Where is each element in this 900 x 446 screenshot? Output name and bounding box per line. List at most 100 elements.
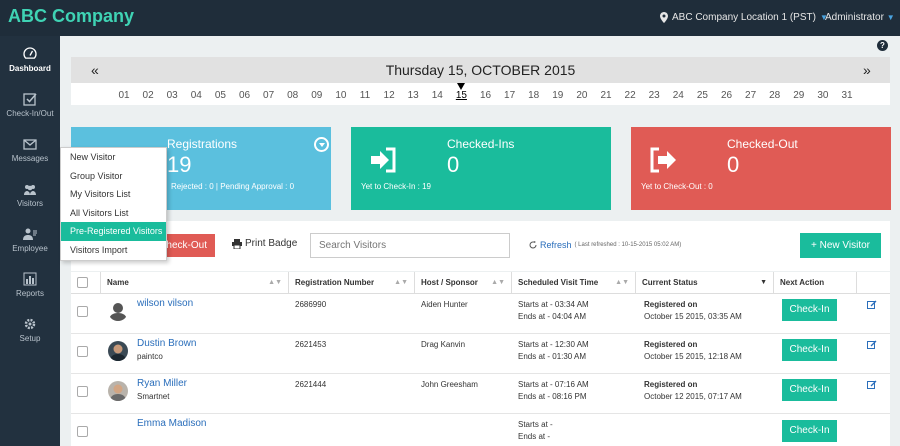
col-scheduled[interactable]: Scheduled Visit Time ▲▼ [512,272,636,294]
refresh-button[interactable]: Refresh ( Last refreshed : 10-15-2015 05… [529,240,681,250]
last-refreshed: ( Last refreshed : 10-15-2015 05:02 AM) [574,242,682,248]
sidebar-item-checkin[interactable]: Check-In/Out [0,86,60,131]
registrations-count: 19 [167,152,192,177]
day-19[interactable]: 19 [548,90,568,101]
sidebar-item-dashboard[interactable]: Dashboard [0,41,60,86]
check-in-button[interactable]: Check-In [782,299,837,321]
table-row[interactable]: Emma Madison Starts at - Ends at - Check… [71,414,890,446]
menu-item-all-visitors-list[interactable]: All Visitors List [61,204,166,223]
day-14[interactable]: 14 [427,90,447,101]
row-checkbox[interactable] [77,426,88,437]
menu-item-new-visitor[interactable]: New Visitor [61,148,166,167]
checkins-title: Checked-Ins [447,137,515,151]
day-05[interactable]: 05 [210,90,230,101]
edit-icon[interactable] [867,300,877,310]
check-in-button[interactable]: Check-In [782,420,837,442]
help-icon[interactable]: ? [877,40,888,51]
table-row[interactable]: wilson vilson 2686990 Aiden Hunter Start… [71,294,890,334]
day-09[interactable]: 09 [307,90,327,101]
visitor-name[interactable]: Dustin Brown [137,338,196,349]
registration-number: 2621453 [295,340,327,349]
day-30[interactable]: 30 [813,90,833,101]
brand-logo[interactable]: ABC Company [8,6,134,27]
menu-item-visitors-import[interactable]: Visitors Import [61,241,166,260]
day-17[interactable]: 17 [500,90,520,101]
day-23[interactable]: 23 [644,90,664,101]
check-in-button[interactable]: Check-In [782,339,837,361]
checkins-card[interactable]: Checked-Ins 0 Yet to Check-In : 19 [351,127,611,210]
checkouts-card[interactable]: Checked-Out 0 Yet to Check-Out : 0 [631,127,891,210]
menu-item-group-visitor[interactable]: Group Visitor [61,167,166,186]
day-16[interactable]: 16 [476,90,496,101]
sidebar-item-setup[interactable]: Setup [0,311,60,356]
day-25[interactable]: 25 [692,90,712,101]
sidebar-item-employee[interactable]: Employee [0,221,60,266]
day-04[interactable]: 04 [186,90,206,101]
refresh-icon [529,241,537,249]
day-01[interactable]: 01 [114,90,134,101]
end-time: Ends at - 08:16 PM [518,392,587,401]
next-month-button[interactable]: » [863,62,871,78]
search-input[interactable] [310,233,510,258]
chevron-down-icon: ▼ [886,13,895,22]
day-28[interactable]: 28 [765,90,785,101]
day-26[interactable]: 26 [717,90,737,101]
row-checkbox[interactable] [77,306,88,317]
table-row[interactable]: Ryan Miller Smartnet 2621444 John Greesh… [71,374,890,414]
day-08[interactable]: 08 [283,90,303,101]
col-registration[interactable]: Registration Number ▲▼ [289,272,415,294]
status-label: Registered on [644,340,698,349]
col-name[interactable]: Name ▲▼ [101,272,289,294]
table-row[interactable]: Dustin Brown paintco 2621453 Drag Kanvin… [71,334,890,374]
day-21[interactable]: 21 [596,90,616,101]
day-13[interactable]: 13 [403,90,423,101]
day-31[interactable]: 31 [837,90,857,101]
map-pin-icon [660,12,668,23]
day-20[interactable]: 20 [572,90,592,101]
edit-icon[interactable] [867,380,877,390]
print-badge-button[interactable]: Print Badge [232,238,297,249]
col-action: Next Action [774,272,857,294]
visitor-name[interactable]: Ryan Miller [137,378,187,389]
status-label: Registered on [644,300,698,309]
day-11[interactable]: 11 [355,90,375,101]
check-in-button[interactable]: Check-In [782,379,837,401]
sidebar-item-reports[interactable]: Reports [0,266,60,311]
sign-out-icon [650,147,676,173]
row-checkbox[interactable] [77,346,88,357]
sidebar-item-label: Reports [15,289,44,298]
menu-item-pre-registered-visitors[interactable]: Pre-Registered Visitors [61,222,166,241]
sidebar-item-messages[interactable]: Messages [0,131,60,176]
select-all-checkbox[interactable] [77,277,88,288]
row-checkbox[interactable] [77,386,88,397]
menu-item-my-visitors-list[interactable]: My Visitors List [61,185,166,204]
date-header: « Thursday 15, OCTOBER 2015 » [71,57,890,83]
day-06[interactable]: 06 [235,90,255,101]
day-02[interactable]: 02 [138,90,158,101]
location-selector[interactable]: ABC Company Location 1 (PST) ▼ [660,12,828,23]
day-24[interactable]: 24 [668,90,688,101]
visitor-name[interactable]: wilson vilson [137,298,193,309]
user-menu[interactable]: Administrator ▼ [825,12,895,23]
col-status[interactable]: Current Status ▼ [636,272,774,294]
day-10[interactable]: 10 [331,90,351,101]
day-03[interactable]: 03 [162,90,182,101]
new-visitor-button[interactable]: + New Visitor [800,233,881,258]
start-time: Starts at - 03:34 AM [518,300,589,309]
sidebar-item-visitors[interactable]: Visitors [0,176,60,221]
day-22[interactable]: 22 [620,90,640,101]
col-host[interactable]: Host / Sponsor ▲▼ [415,272,512,294]
visitor-name[interactable]: Emma Madison [137,418,206,429]
day-18[interactable]: 18 [524,90,544,101]
visitors-table: Name ▲▼ Registration Number ▲▼ Host / Spon… [71,272,890,446]
edit-icon[interactable] [867,340,877,350]
day-29[interactable]: 29 [789,90,809,101]
day-12[interactable]: 12 [379,90,399,101]
sidebar-item-label: Employee [12,244,48,253]
sidebar-item-label: Setup [19,334,41,343]
day-07[interactable]: 07 [259,90,279,101]
day-27[interactable]: 27 [741,90,761,101]
sort-desc-icon: ▼ [760,279,767,286]
day-15[interactable]: 15 [451,90,471,101]
expand-icon[interactable] [314,137,329,152]
